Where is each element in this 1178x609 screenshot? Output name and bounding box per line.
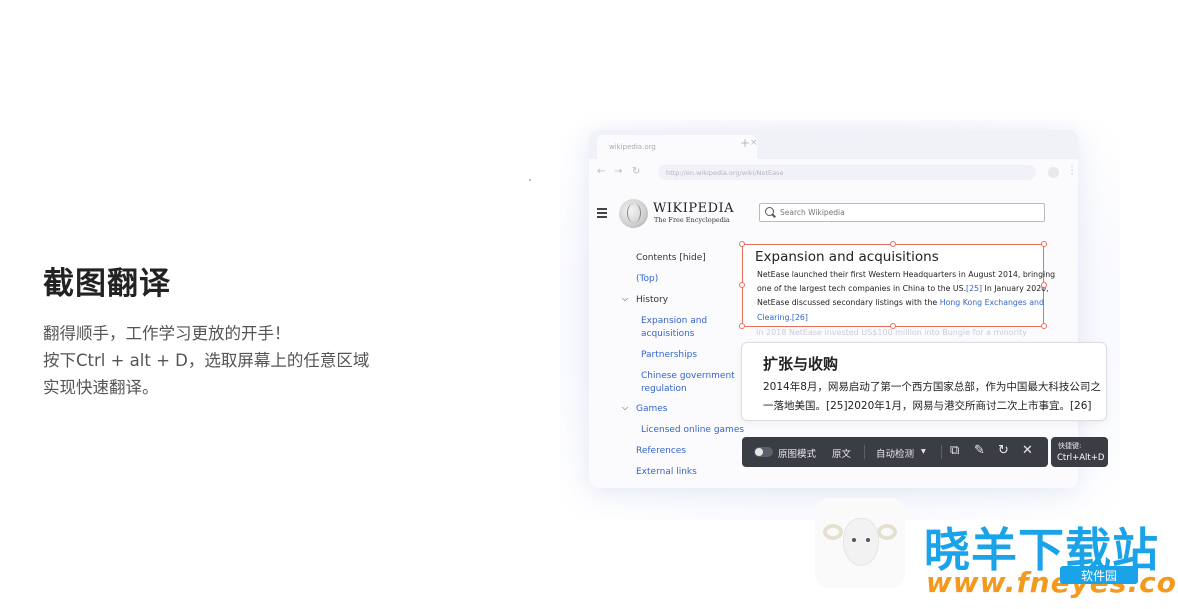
shortcut-label: 快捷键: <box>1058 442 1082 450</box>
selected-paragraph: NetEase launched their first Western Hea… <box>757 268 1055 325</box>
sheep-logo-icon <box>815 498 905 588</box>
toc-item-top[interactable]: (Top) <box>636 274 658 284</box>
resize-handle[interactable] <box>1041 323 1047 329</box>
address-bar[interactable]: http://en.wikipedia.org/wiki/NetEase <box>658 165 1036 180</box>
translated-paragraph: 2014年8月，网易启动了第一个西方国家总部，作为中国最大科技公司之 一落地美国… <box>763 381 1101 412</box>
edit-icon[interactable]: ✎ <box>974 443 985 458</box>
toc-item-regulation-cont[interactable]: regulation <box>641 384 687 394</box>
decorative-dot <box>529 179 531 181</box>
original-mode-toggle[interactable] <box>754 447 773 457</box>
new-tab-icon[interactable]: + <box>740 136 750 150</box>
watermark-badge: 软件园 <box>1060 566 1138 584</box>
search-icon <box>765 207 774 216</box>
toc-item-licensed-games[interactable]: Licensed online games <box>641 425 744 435</box>
description-line: 按下Ctrl + alt + D，选取屏幕上的任意区域 <box>43 351 370 370</box>
wiki-search-input[interactable]: Search Wikipedia <box>759 203 1045 222</box>
divider <box>864 445 865 459</box>
copy-icon[interactable]: ⧉ <box>950 443 959 458</box>
toc-item-external-links[interactable]: External links <box>636 467 697 477</box>
translated-heading: 扩张与收购 <box>763 355 839 373</box>
feature-page: 截图翻译 翻得顺手，工作学习更放的开手！ 按下Ctrl + alt + D，选取… <box>0 0 1178 609</box>
language-select[interactable]: 自动检测 <box>876 446 914 460</box>
resize-handle[interactable] <box>890 241 896 247</box>
toc-item-partnerships[interactable]: Partnerships <box>641 350 697 360</box>
source-text-button[interactable]: 原文 <box>832 446 851 460</box>
tab-close-icon[interactable]: × <box>750 138 758 148</box>
chevron-down-icon[interactable]: ▾ <box>921 446 926 457</box>
toc-item-regulation[interactable]: Chinese government <box>641 371 735 381</box>
forward-icon[interactable]: → <box>614 166 622 177</box>
translation-result-card: 扩张与收购 2014年8月，网易启动了第一个西方国家总部，作为中国最大科技公司之… <box>741 342 1107 421</box>
toc-item-games[interactable]: Games <box>636 404 667 414</box>
tab-bar: wikipedia.org × + <box>589 130 1078 159</box>
article-faded-text: In 2018 NetEase invested US$100 million … <box>756 328 1027 337</box>
resize-handle[interactable] <box>890 323 896 329</box>
wikipedia-tagline: The Free Encyclopedia <box>654 216 730 224</box>
toc-item-expansion-cont[interactable]: acquisitions <box>641 329 695 339</box>
browser-tab[interactable]: wikipedia.org <box>597 135 757 159</box>
resize-handle[interactable] <box>739 282 745 288</box>
screenshot-selection-box[interactable]: Expansion and acquisitions NetEase launc… <box>742 244 1055 327</box>
feature-description: 翻得顺手，工作学习更放的开手！ 按下Ctrl + alt + D，选取屏幕上的任… <box>43 320 369 401</box>
resize-handle[interactable] <box>739 323 745 329</box>
toc-item-expansion[interactable]: Expansion and <box>641 316 707 326</box>
close-icon[interactable]: ✕ <box>1022 443 1033 458</box>
hamburger-menu-icon[interactable] <box>597 208 607 220</box>
browser-menu-icon[interactable]: ⋮ <box>1067 165 1077 176</box>
shortcut-hint: 快捷键: Ctrl+Alt+D <box>1051 437 1108 467</box>
shortcut-keys: Ctrl+Alt+D <box>1057 453 1105 463</box>
wikipedia-logo-icon <box>619 199 648 228</box>
resize-handle[interactable] <box>1041 282 1047 288</box>
toc-item-references[interactable]: References <box>636 446 686 456</box>
toc-item-history[interactable]: History <box>636 295 668 305</box>
wikipedia-wordmark: WIKIPEDIA <box>653 201 735 216</box>
selected-heading: Expansion and acquisitions <box>755 249 939 265</box>
clearing-link[interactable]: Clearing.[26] <box>757 311 1037 325</box>
toc-contents-heading[interactable]: Contents [hide] <box>636 253 706 263</box>
hkex-link[interactable]: Hong Kong Exchanges and <box>940 298 1044 307</box>
citation-link[interactable]: [25] <box>966 284 982 293</box>
divider <box>941 445 942 459</box>
back-icon[interactable]: ← <box>597 166 605 177</box>
description-line: 实现快速翻译。 <box>43 378 159 397</box>
chevron-down-icon[interactable]: ⌵ <box>622 294 628 304</box>
profile-avatar[interactable] <box>1048 167 1059 178</box>
description-line: 翻得顺手，工作学习更放的开手！ <box>43 324 291 343</box>
resize-handle[interactable] <box>739 241 745 247</box>
retry-icon[interactable]: ↻ <box>998 443 1009 458</box>
translation-toolbar: 原图模式 原文 自动检测 ▾ ⧉ ✎ ↻ ✕ <box>742 437 1048 467</box>
watermark-url: www.fneyes.com <box>926 566 1178 599</box>
feature-title: 截图翻译 <box>43 266 171 302</box>
resize-handle[interactable] <box>1041 241 1047 247</box>
chevron-down-icon[interactable]: ⌵ <box>622 403 628 413</box>
original-mode-label[interactable]: 原图模式 <box>778 446 816 460</box>
reload-icon[interactable]: ↻ <box>632 166 640 177</box>
